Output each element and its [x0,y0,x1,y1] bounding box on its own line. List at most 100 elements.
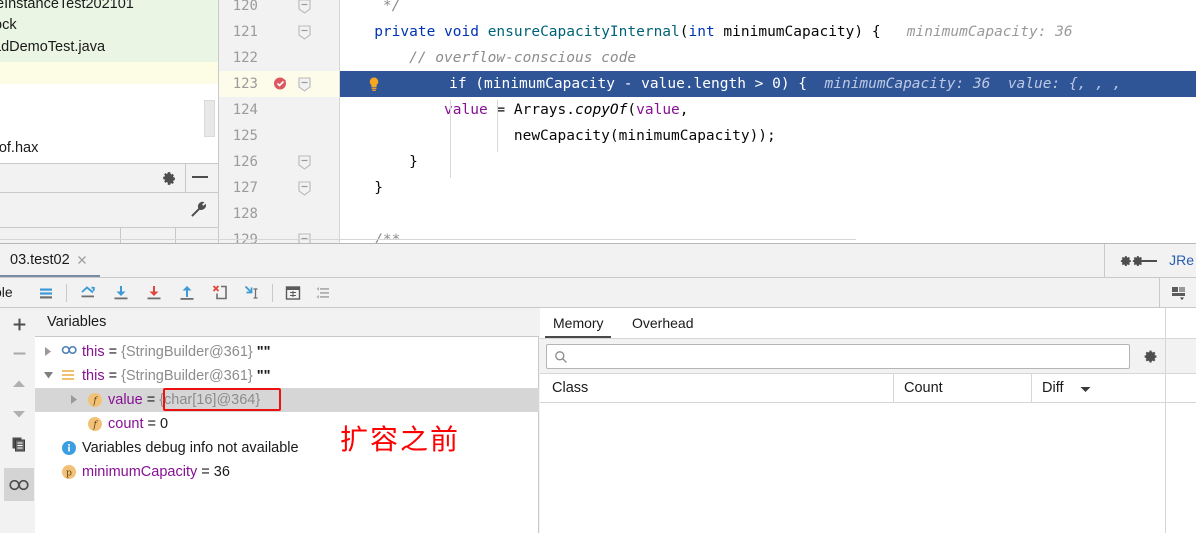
gear-icon-debug[interactable] [1117,253,1133,269]
code-line[interactable]: // overflow-conscious code [340,45,1196,71]
variable-text: this = {StringBuilder@361} "" [82,368,271,384]
variables-title: Variables [47,314,107,330]
code-line[interactable]: } [340,149,1196,175]
collapse-arrow-icon[interactable] [69,394,81,406]
divider[interactable] [893,374,894,403]
code-line[interactable]: private void ensureCapacityInternal(int … [340,19,1196,45]
tree-item-3[interactable]: rof.hax [0,140,38,156]
code-text: if (minimumCapacity - value.length > 0) … [449,76,1122,92]
editor-gutter[interactable]: 120 121 122 123 124 125 126 127 128 129 [219,0,340,248]
chevron-down-icon[interactable] [1080,386,1091,393]
fold-marker-icon[interactable] [298,77,311,92]
gutter-row[interactable]: 128 [219,201,340,227]
gear-icon[interactable] [160,170,177,187]
watches-side-toolbar [4,308,34,533]
code-line[interactable]: newCapacity(minimumCapacity)); [340,123,1196,149]
search-input[interactable] [546,344,1130,369]
divider [120,228,121,243]
settings-list-icon[interactable] [310,280,336,306]
expand-arrow-icon[interactable] [43,370,55,382]
divider[interactable] [1031,374,1032,403]
variables-tree[interactable]: this = {StringBuilder@361} "" this = {Str… [35,337,539,533]
tab-memory[interactable]: Memory [545,308,612,339]
vertical-scrollbar-thumb[interactable] [204,100,215,137]
line-number: 127 [232,180,258,196]
fold-marker-icon[interactable] [298,0,311,14]
execution-line-marker [340,71,348,97]
tab-overhead[interactable]: Overhead [624,308,701,339]
variable-text: count = 0 [108,416,169,432]
gutter-row[interactable]: 121 [219,19,340,45]
evaluate-expression-icon[interactable] [280,280,306,306]
wrench-icon[interactable] [189,200,208,219]
column-header-count[interactable]: Count [904,374,943,403]
gutter-row[interactable]: 122 [219,45,340,71]
line-number: 124 [232,102,258,118]
divider [175,228,176,243]
copy-icon[interactable] [4,430,34,458]
fold-marker-icon[interactable] [298,155,311,170]
line-number: 123 [232,76,258,92]
code-line[interactable]: value = Arrays.copyOf(value, [340,97,1196,123]
code-editor[interactable]: */ private void ensureCapacityInternal(i… [340,0,1196,248]
move-up-icon[interactable] [4,370,34,398]
code-line[interactable] [340,201,1196,227]
code-line[interactable]: } [340,175,1196,201]
variable-row[interactable]: Variables debug info not available [35,436,539,460]
variable-row[interactable]: p minimumCapacity = 36 [35,460,539,484]
collapse-arrow-icon[interactable] [43,346,55,358]
minimize-icon[interactable] [192,176,208,178]
tree-item-0[interactable]: eInstanceTest202101 [0,0,134,12]
debug-session-tab[interactable]: 03.test02 [0,244,80,278]
add-watch-icon[interactable] [4,310,34,338]
gutter-row[interactable]: 120 [219,0,340,19]
gear-icon[interactable] [1140,347,1160,367]
drop-frame-icon[interactable] [207,280,233,306]
tree-item-2[interactable]: adDemoTest.java [0,39,105,55]
code-text: value = Arrays.copyOf(value, [444,102,689,118]
annotation-highlight-box [163,388,281,411]
fold-marker-icon[interactable] [298,181,311,196]
variable-text: Variables debug info not available [82,440,299,456]
show-execution-point-icon[interactable] [33,280,59,306]
intention-bulb-icon[interactable] [366,76,382,92]
debug-tabbar: 03.test02 JRe [0,244,1196,278]
console-tab-label[interactable]: ole [0,284,13,300]
force-step-into-icon[interactable] [141,280,167,306]
move-down-icon[interactable] [4,400,34,428]
code-line[interactable]: */ [340,0,1196,19]
layout-settings-icon[interactable] [1166,280,1192,306]
close-icon[interactable] [75,253,89,267]
gutter-row[interactable]: 123 [219,71,340,97]
step-into-icon[interactable] [108,280,134,306]
code-line[interactable]: if (minimumCapacity - value.length > 0) … [340,71,1196,97]
line-number: 122 [232,50,258,66]
memory-table-body[interactable] [540,403,1196,533]
gutter-row[interactable]: 124 [219,97,340,123]
annotation-text: 扩容之前 [340,423,461,456]
column-header-diff[interactable]: Diff [1042,374,1064,403]
variable-row[interactable]: this = {StringBuilder@361} "" [35,340,539,364]
tree-item-1[interactable]: ock [0,17,17,33]
variable-row[interactable]: this = {StringBuilder@361} "" [35,364,539,388]
step-out-icon[interactable] [174,280,200,306]
param-icon: p [61,464,77,480]
gutter-row[interactable]: 125 [219,123,340,149]
line-number: 128 [232,206,258,222]
variable-row[interactable]: f value = {char[16]@364} [35,388,539,412]
remove-watch-icon[interactable] [4,339,34,367]
variable-row[interactable]: f count = 0 [35,412,539,436]
gutter-row[interactable]: 126 [219,149,340,175]
divider [66,284,67,302]
column-header-class[interactable]: Class [552,374,588,403]
fold-marker-icon[interactable] [298,25,311,40]
run-to-cursor-icon[interactable] [240,280,266,306]
memory-search-bar [540,339,1196,373]
step-over-icon[interactable] [75,280,101,306]
project-tool-window-fragment[interactable]: eInstanceTest202101 ock adDemoTest.java … [0,0,219,243]
breakpoint-icon[interactable] [273,76,288,91]
gutter-row[interactable]: 127 [219,175,340,201]
variables-header: Variables [35,308,539,337]
watches-icon[interactable] [4,468,34,501]
minimize-icon[interactable] [1142,260,1157,262]
